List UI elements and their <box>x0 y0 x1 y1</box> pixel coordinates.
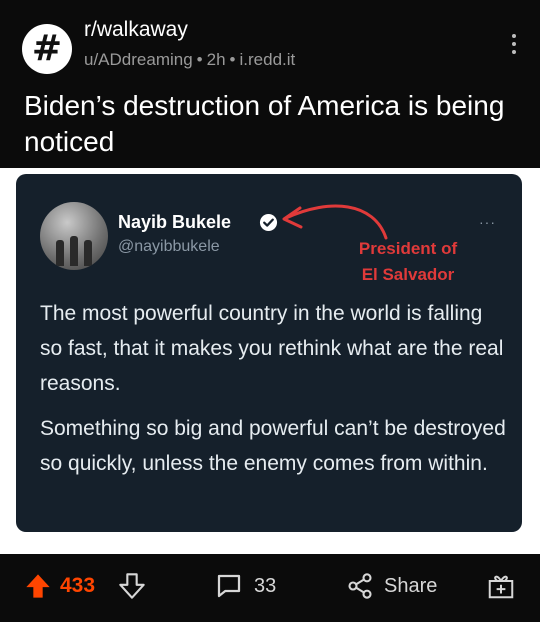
award-button[interactable] <box>486 568 516 604</box>
verified-badge-icon <box>259 213 278 232</box>
post-image[interactable]: Nayib Bukele @nayibbukele ··· President … <box>0 168 540 554</box>
share-label: Share <box>384 574 438 597</box>
avatar <box>40 202 108 270</box>
gift-award-icon <box>488 575 514 599</box>
share-button[interactable]: Share <box>346 568 437 604</box>
tweet-author-name: Nayib Bukele <box>118 212 232 232</box>
tweet-paragraph-2: Something so big and powerful can’t be d… <box>40 417 506 475</box>
comment-bubble-icon <box>217 574 241 598</box>
post-meta: u/ADdreaming • 2h • i.redd.it <box>84 50 295 70</box>
post-age: 2h <box>206 50 226 69</box>
post-action-bar: 433 33 Share <box>0 554 540 622</box>
subreddit-name[interactable]: r/walkaway <box>84 18 188 42</box>
tweet-handle: @nayibbukele <box>118 238 220 255</box>
tweet-more-icon: ··· <box>479 214 496 230</box>
tweet-body: The most powerful country in the world i… <box>40 296 510 491</box>
comments-button[interactable]: 33 <box>214 568 276 604</box>
tweet-paragraph-1: The most powerful country in the world i… <box>40 302 504 395</box>
share-icon <box>348 573 372 599</box>
tweet-screenshot: Nayib Bukele @nayibbukele ··· President … <box>16 174 522 532</box>
meta-separator: • <box>229 50 236 69</box>
comment-count: 33 <box>254 574 277 597</box>
meta-separator: • <box>196 50 203 69</box>
upvote-arrow-icon <box>26 574 50 598</box>
more-options-icon[interactable] <box>508 34 520 58</box>
annotation-label: President of El Salvador <box>328 236 488 288</box>
annotation-line-2: El Salvador <box>361 265 455 284</box>
post-header: # r/walkaway u/ADdreaming • 2h • i.redd.it <box>22 16 522 76</box>
subreddit-icon[interactable]: # <box>22 24 72 74</box>
downvote-arrow-icon <box>119 573 145 599</box>
annotation-line-1: President of <box>358 239 458 258</box>
post-title[interactable]: Biden’s destruction of America is being … <box>24 88 514 160</box>
post-domain[interactable]: i.redd.it <box>240 50 296 69</box>
vote-count: 433 <box>60 574 96 597</box>
post-author[interactable]: u/ADdreaming <box>84 50 193 69</box>
upvote-button[interactable]: 433 <box>24 568 95 604</box>
downvote-button[interactable] <box>118 568 146 604</box>
